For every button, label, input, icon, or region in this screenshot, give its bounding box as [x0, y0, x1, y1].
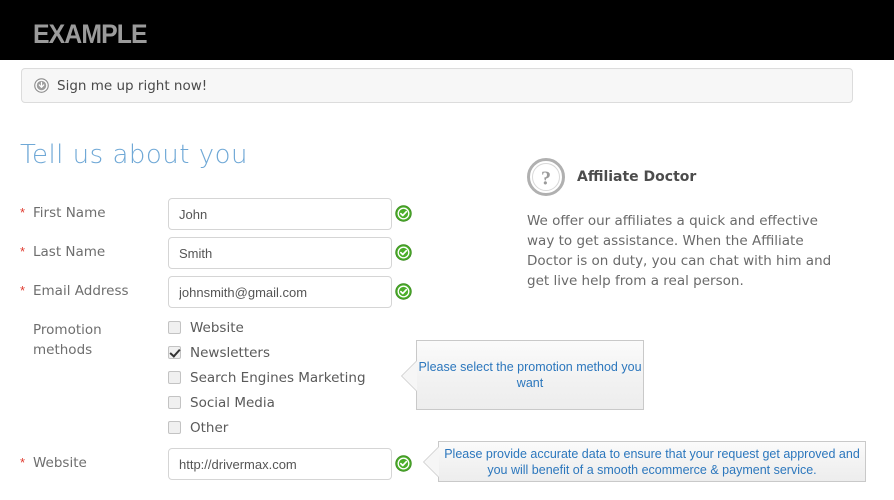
- checkbox-row-social-media[interactable]: Social Media: [168, 390, 428, 415]
- promotion-tooltip-text: Please select the promotion method you w…: [418, 360, 642, 390]
- checkbox-row-newsletters[interactable]: Newsletters: [168, 340, 428, 365]
- checkbox-label-website: Website: [190, 319, 244, 336]
- checkbox-search-engines-marketing[interactable]: [168, 371, 181, 384]
- site-logo: EXAMPLE: [33, 19, 148, 49]
- affiliate-doctor-title: Affiliate Doctor: [577, 169, 697, 185]
- signup-accordion-label: Sign me up right now!: [57, 77, 208, 94]
- required-marker: *: [20, 205, 26, 220]
- site-header: EXAMPLE: [0, 0, 894, 60]
- green-check-icon: [395, 244, 412, 261]
- website-tooltip-text: Please provide accurate data to ensure t…: [444, 446, 860, 477]
- affiliate-doctor-header: ? Affiliate Doctor: [527, 158, 857, 196]
- first-name-label: First Name: [33, 205, 106, 221]
- checkbox-other[interactable]: [168, 421, 181, 434]
- form-row-website: * Website: [0, 448, 440, 480]
- checkbox-row-search-engines-marketing[interactable]: Search Engines Marketing: [168, 365, 428, 390]
- checkbox-website[interactable]: [168, 321, 181, 334]
- checkbox-label-social-media: Social Media: [190, 394, 275, 411]
- first-name-input[interactable]: [168, 198, 392, 230]
- checkbox-social-media[interactable]: [168, 396, 181, 409]
- checkbox-newsletters[interactable]: [168, 346, 181, 359]
- checkbox-label-other: Other: [190, 419, 229, 436]
- question-mark-circle-icon: ?: [527, 158, 565, 196]
- checkbox-label-newsletters: Newsletters: [190, 344, 271, 361]
- green-check-icon: [395, 455, 412, 472]
- website-label: Website: [33, 455, 87, 471]
- promotion-methods-list: Website Newsletters Search Engines Marke…: [168, 315, 428, 440]
- email-label: Email Address: [33, 283, 129, 299]
- checkbox-row-website[interactable]: Website: [168, 315, 428, 340]
- required-marker: *: [20, 455, 26, 470]
- checkbox-label-search-engines-marketing: Search Engines Marketing: [190, 369, 366, 386]
- svg-text:?: ?: [541, 168, 551, 190]
- affiliate-doctor-description: We offer our affiliates a quick and effe…: [527, 213, 832, 289]
- promotion-tooltip: Please select the promotion method you w…: [401, 340, 644, 410]
- form-row-last-name: * Last Name: [0, 237, 440, 269]
- required-marker: *: [20, 283, 26, 298]
- form-row-email: * Email Address: [0, 276, 440, 308]
- required-marker: *: [20, 244, 26, 259]
- checkbox-row-other[interactable]: Other: [168, 415, 428, 440]
- website-input[interactable]: [168, 448, 392, 480]
- affiliate-doctor-panel: ? Affiliate Doctor We offer our affiliat…: [527, 158, 857, 291]
- green-check-icon: [395, 205, 412, 222]
- form-row-first-name: * First Name: [0, 198, 440, 230]
- signup-accordion-bar[interactable]: Sign me up right now!: [21, 68, 853, 103]
- green-check-icon: [395, 283, 412, 300]
- last-name-input[interactable]: [168, 237, 392, 269]
- tooltip-arrow-fill-icon: [402, 361, 417, 391]
- last-name-label: Last Name: [33, 244, 106, 260]
- arrow-down-circle-icon: [34, 78, 49, 93]
- email-input[interactable]: [168, 276, 392, 308]
- page-title: Tell us about you: [20, 140, 249, 170]
- signup-form: * First Name * Last Name * Email Address: [0, 198, 440, 315]
- website-tooltip: Please provide accurate data to ensure t…: [423, 441, 866, 482]
- promotion-methods-label: Promotion methods: [33, 322, 102, 358]
- tooltip-arrow-fill-icon: [424, 447, 439, 477]
